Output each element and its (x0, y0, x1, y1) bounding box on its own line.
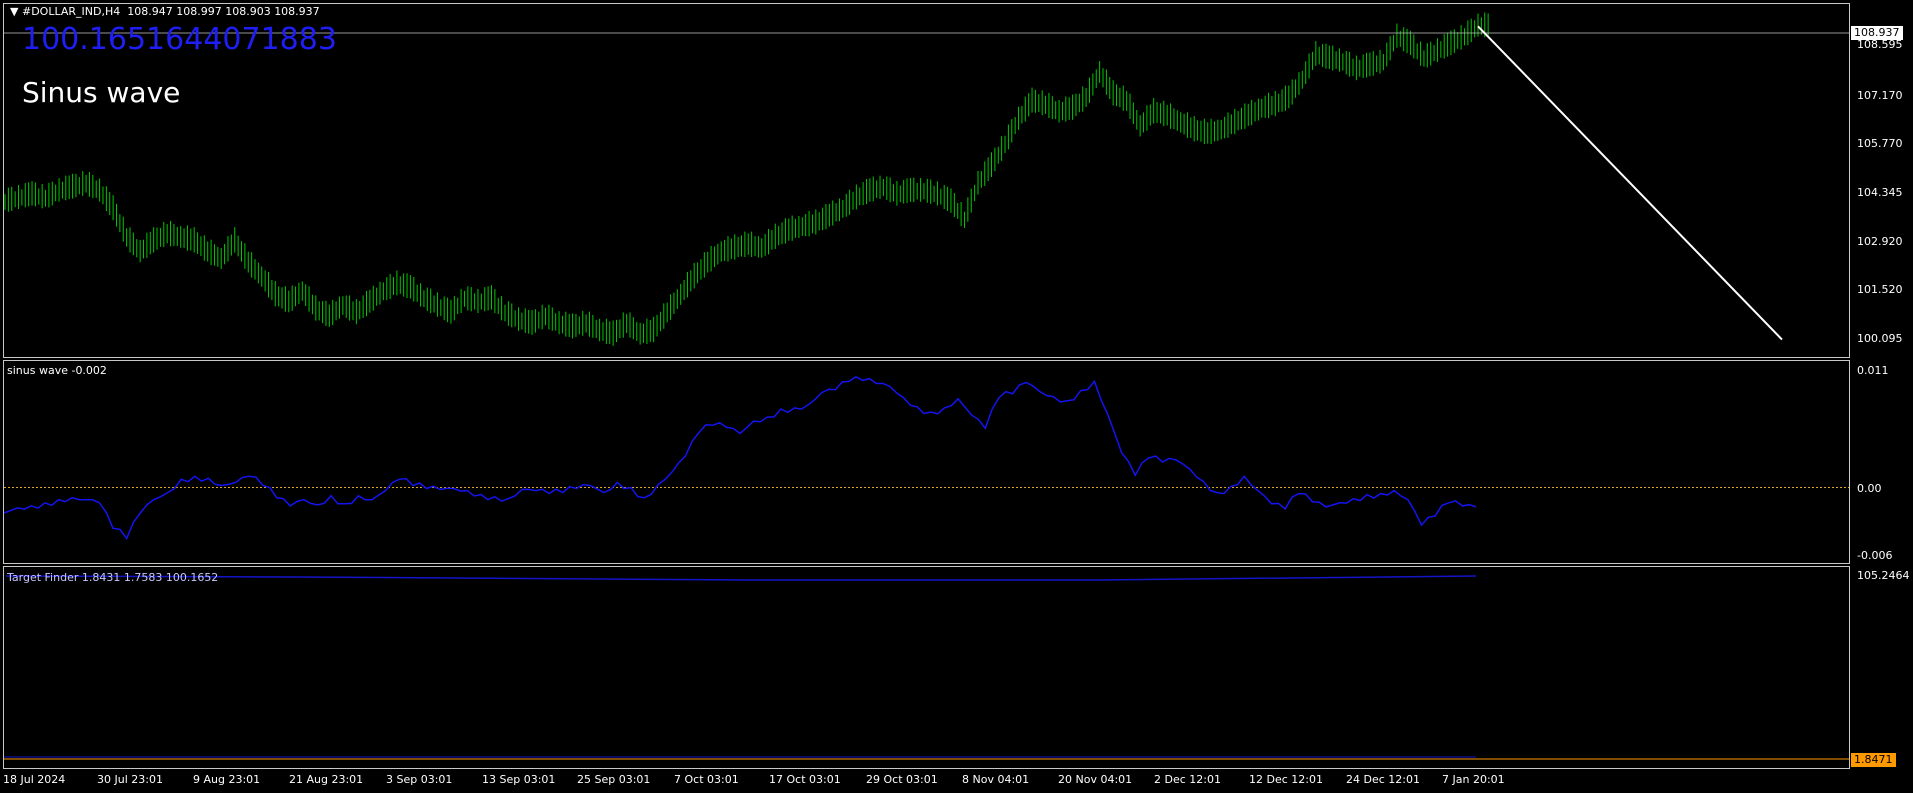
indicator-title: Sinus wave (22, 76, 181, 109)
y-tick-label: 100.095 (1857, 332, 1903, 345)
target-finder-label: Target Finder 1.8431 1.7583 100.1652 (7, 571, 219, 584)
y-tick-label: 107.170 (1857, 89, 1903, 102)
x-tick-label: 13 Sep 03:01 (482, 773, 556, 786)
symbol-header: #DOLLAR_IND,H4 108.947 108.997 108.903 1… (22, 5, 320, 18)
y-tick-label: 0.00 (1857, 482, 1882, 495)
x-tick-label: 29 Oct 03:01 (866, 773, 938, 786)
target-value: 100.1651644071883 (22, 22, 337, 57)
x-tick-label: 17 Oct 03:01 (769, 773, 841, 786)
y-tick-label: 105.2464 (1857, 569, 1910, 582)
y-tick-label: 105.770 (1857, 137, 1903, 150)
projection-line (1477, 25, 1783, 341)
x-tick-label: 25 Sep 03:01 (577, 773, 651, 786)
symbol-name: #DOLLAR_IND,H4 (22, 5, 121, 18)
x-tick-label: 18 Jul 2024 (3, 773, 66, 786)
x-tick-label: 24 Dec 12:01 (1346, 773, 1420, 786)
x-tick-label: 8 Nov 04:01 (962, 773, 1030, 786)
target-finder-line (5, 575, 1477, 581)
current-price-badge: 108.937 (1851, 26, 1903, 40)
menu-triangle-icon[interactable]: ▼ (10, 5, 18, 18)
price-axis[interactable]: 108.595 107.170 105.770 104.345 102.920 … (1851, 3, 1913, 358)
target-axis[interactable]: 105.2464 (1851, 566, 1913, 769)
x-tick-label: 3 Sep 03:01 (386, 773, 453, 786)
x-tick-label: 20 Nov 04:01 (1058, 773, 1133, 786)
sinus-axis[interactable]: 0.011 0.00 -0.006 (1851, 360, 1913, 564)
y-tick-label: 104.345 (1857, 186, 1903, 199)
x-tick-label: 21 Aug 23:01 (289, 773, 364, 786)
y-tick-label: 0.011 (1857, 364, 1889, 377)
x-tick-label: 2 Dec 12:01 (1154, 773, 1221, 786)
x-tick-label: 30 Jul 23:01 (97, 773, 163, 786)
x-tick-label: 7 Oct 03:01 (674, 773, 739, 786)
x-tick-label: 7 Jan 20:01 (1442, 773, 1505, 786)
sinus-wave-label: sinus wave -0.002 (7, 364, 107, 377)
x-tick-label: 9 Aug 23:01 (193, 773, 261, 786)
level-badge: 1.8471 (1851, 753, 1896, 767)
chart-svg (3, 12, 1850, 760)
ohlc-values: 108.947 108.997 108.903 108.937 (127, 5, 320, 18)
x-tick-label: 12 Dec 12:01 (1249, 773, 1323, 786)
y-tick-label: -0.006 (1857, 549, 1893, 562)
y-tick-label: 101.520 (1857, 283, 1903, 296)
sinus-wave-line (3, 375, 1477, 541)
y-tick-label: 102.920 (1857, 235, 1903, 248)
